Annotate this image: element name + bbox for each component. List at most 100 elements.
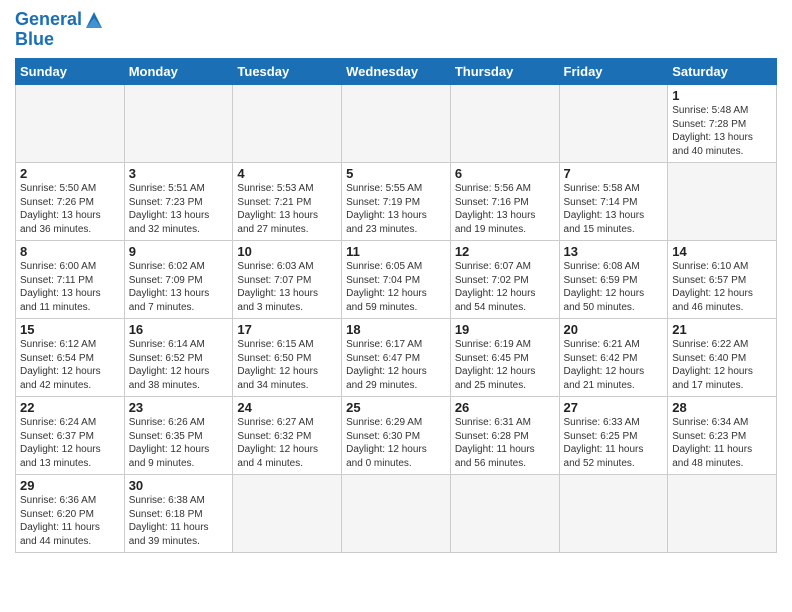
calendar-cell <box>668 163 777 241</box>
day-number: 25 <box>346 400 446 415</box>
day-info: Sunrise: 6:10 AMSunset: 6:57 PMDaylight:… <box>672 260 772 314</box>
calendar-cell: 29Sunrise: 6:36 AMSunset: 6:20 PMDayligh… <box>16 475 125 553</box>
header: GeneralBlue <box>15 10 777 50</box>
calendar-cell <box>559 475 668 553</box>
day-number: 24 <box>237 400 337 415</box>
day-number: 27 <box>564 400 664 415</box>
calendar-cell: 25Sunrise: 6:29 AMSunset: 6:30 PMDayligh… <box>342 397 451 475</box>
calendar-cell: 2Sunrise: 5:50 AMSunset: 7:26 PMDaylight… <box>16 163 125 241</box>
day-number: 4 <box>237 166 337 181</box>
day-number: 3 <box>129 166 229 181</box>
day-number: 9 <box>129 244 229 259</box>
day-number: 28 <box>672 400 772 415</box>
day-info: Sunrise: 6:05 AMSunset: 7:04 PMDaylight:… <box>346 260 446 314</box>
calendar-cell <box>668 475 777 553</box>
day-number: 19 <box>455 322 555 337</box>
day-header: Monday <box>124 59 233 85</box>
calendar-cell <box>450 85 559 163</box>
calendar-body: 1Sunrise: 5:48 AMSunset: 7:28 PMDaylight… <box>16 85 777 553</box>
day-number: 30 <box>129 478 229 493</box>
day-info: Sunrise: 6:12 AMSunset: 6:54 PMDaylight:… <box>20 338 120 392</box>
day-number: 18 <box>346 322 446 337</box>
day-info: Sunrise: 5:53 AMSunset: 7:21 PMDaylight:… <box>237 182 337 236</box>
day-info: Sunrise: 6:08 AMSunset: 6:59 PMDaylight:… <box>564 260 664 314</box>
calendar-cell: 5Sunrise: 5:55 AMSunset: 7:19 PMDaylight… <box>342 163 451 241</box>
day-number: 2 <box>20 166 120 181</box>
day-number: 16 <box>129 322 229 337</box>
day-number: 8 <box>20 244 120 259</box>
calendar-cell: 9Sunrise: 6:02 AMSunset: 7:09 PMDaylight… <box>124 241 233 319</box>
day-info: Sunrise: 6:34 AMSunset: 6:23 PMDaylight:… <box>672 416 772 470</box>
calendar-cell: 10Sunrise: 6:03 AMSunset: 7:07 PMDayligh… <box>233 241 342 319</box>
day-info: Sunrise: 6:36 AMSunset: 6:20 PMDaylight:… <box>20 494 120 548</box>
day-info: Sunrise: 6:24 AMSunset: 6:37 PMDaylight:… <box>20 416 120 470</box>
day-info: Sunrise: 5:55 AMSunset: 7:19 PMDaylight:… <box>346 182 446 236</box>
day-info: Sunrise: 6:27 AMSunset: 6:32 PMDaylight:… <box>237 416 337 470</box>
calendar-cell <box>233 85 342 163</box>
day-number: 21 <box>672 322 772 337</box>
calendar-cell: 13Sunrise: 6:08 AMSunset: 6:59 PMDayligh… <box>559 241 668 319</box>
day-info: Sunrise: 6:17 AMSunset: 6:47 PMDaylight:… <box>346 338 446 392</box>
calendar-cell: 3Sunrise: 5:51 AMSunset: 7:23 PMDaylight… <box>124 163 233 241</box>
day-number: 20 <box>564 322 664 337</box>
day-info: Sunrise: 6:00 AMSunset: 7:11 PMDaylight:… <box>20 260 120 314</box>
day-number: 7 <box>564 166 664 181</box>
day-info: Sunrise: 5:56 AMSunset: 7:16 PMDaylight:… <box>455 182 555 236</box>
calendar-cell: 18Sunrise: 6:17 AMSunset: 6:47 PMDayligh… <box>342 319 451 397</box>
calendar-cell <box>342 85 451 163</box>
day-number: 22 <box>20 400 120 415</box>
calendar-week-row: 29Sunrise: 6:36 AMSunset: 6:20 PMDayligh… <box>16 475 777 553</box>
calendar-week-row: 2Sunrise: 5:50 AMSunset: 7:26 PMDaylight… <box>16 163 777 241</box>
calendar-cell <box>124 85 233 163</box>
calendar-cell: 11Sunrise: 6:05 AMSunset: 7:04 PMDayligh… <box>342 241 451 319</box>
calendar-cell: 1Sunrise: 5:48 AMSunset: 7:28 PMDaylight… <box>668 85 777 163</box>
calendar-cell: 7Sunrise: 5:58 AMSunset: 7:14 PMDaylight… <box>559 163 668 241</box>
day-number: 11 <box>346 244 446 259</box>
day-info: Sunrise: 6:22 AMSunset: 6:40 PMDaylight:… <box>672 338 772 392</box>
calendar-table: SundayMondayTuesdayWednesdayThursdayFrid… <box>15 58 777 553</box>
day-number: 6 <box>455 166 555 181</box>
calendar-week-row: 1Sunrise: 5:48 AMSunset: 7:28 PMDaylight… <box>16 85 777 163</box>
day-info: Sunrise: 6:14 AMSunset: 6:52 PMDaylight:… <box>129 338 229 392</box>
day-header: Tuesday <box>233 59 342 85</box>
calendar-cell <box>233 475 342 553</box>
calendar-cell: 28Sunrise: 6:34 AMSunset: 6:23 PMDayligh… <box>668 397 777 475</box>
day-number: 14 <box>672 244 772 259</box>
calendar-cell: 14Sunrise: 6:10 AMSunset: 6:57 PMDayligh… <box>668 241 777 319</box>
day-info: Sunrise: 6:29 AMSunset: 6:30 PMDaylight:… <box>346 416 446 470</box>
day-info: Sunrise: 5:50 AMSunset: 7:26 PMDaylight:… <box>20 182 120 236</box>
day-header: Wednesday <box>342 59 451 85</box>
day-info: Sunrise: 6:26 AMSunset: 6:35 PMDaylight:… <box>129 416 229 470</box>
calendar-cell <box>559 85 668 163</box>
calendar-week-row: 15Sunrise: 6:12 AMSunset: 6:54 PMDayligh… <box>16 319 777 397</box>
calendar-cell: 22Sunrise: 6:24 AMSunset: 6:37 PMDayligh… <box>16 397 125 475</box>
day-header: Saturday <box>668 59 777 85</box>
day-header: Sunday <box>16 59 125 85</box>
calendar-cell: 30Sunrise: 6:38 AMSunset: 6:18 PMDayligh… <box>124 475 233 553</box>
day-info: Sunrise: 6:03 AMSunset: 7:07 PMDaylight:… <box>237 260 337 314</box>
calendar-cell: 16Sunrise: 6:14 AMSunset: 6:52 PMDayligh… <box>124 319 233 397</box>
day-header: Thursday <box>450 59 559 85</box>
calendar-cell <box>450 475 559 553</box>
calendar-cell: 19Sunrise: 6:19 AMSunset: 6:45 PMDayligh… <box>450 319 559 397</box>
day-number: 12 <box>455 244 555 259</box>
day-number: 17 <box>237 322 337 337</box>
day-info: Sunrise: 6:15 AMSunset: 6:50 PMDaylight:… <box>237 338 337 392</box>
calendar-week-row: 8Sunrise: 6:00 AMSunset: 7:11 PMDaylight… <box>16 241 777 319</box>
day-info: Sunrise: 5:51 AMSunset: 7:23 PMDaylight:… <box>129 182 229 236</box>
calendar-cell: 23Sunrise: 6:26 AMSunset: 6:35 PMDayligh… <box>124 397 233 475</box>
calendar-cell: 21Sunrise: 6:22 AMSunset: 6:40 PMDayligh… <box>668 319 777 397</box>
day-info: Sunrise: 5:58 AMSunset: 7:14 PMDaylight:… <box>564 182 664 236</box>
calendar-cell: 27Sunrise: 6:33 AMSunset: 6:25 PMDayligh… <box>559 397 668 475</box>
calendar-header-row: SundayMondayTuesdayWednesdayThursdayFrid… <box>16 59 777 85</box>
day-info: Sunrise: 6:31 AMSunset: 6:28 PMDaylight:… <box>455 416 555 470</box>
calendar-cell: 20Sunrise: 6:21 AMSunset: 6:42 PMDayligh… <box>559 319 668 397</box>
day-number: 5 <box>346 166 446 181</box>
day-number: 26 <box>455 400 555 415</box>
day-number: 29 <box>20 478 120 493</box>
day-number: 15 <box>20 322 120 337</box>
day-info: Sunrise: 6:38 AMSunset: 6:18 PMDaylight:… <box>129 494 229 548</box>
day-number: 10 <box>237 244 337 259</box>
day-number: 13 <box>564 244 664 259</box>
page-container: GeneralBlue SundayMondayTuesdayWednesday… <box>0 0 792 563</box>
